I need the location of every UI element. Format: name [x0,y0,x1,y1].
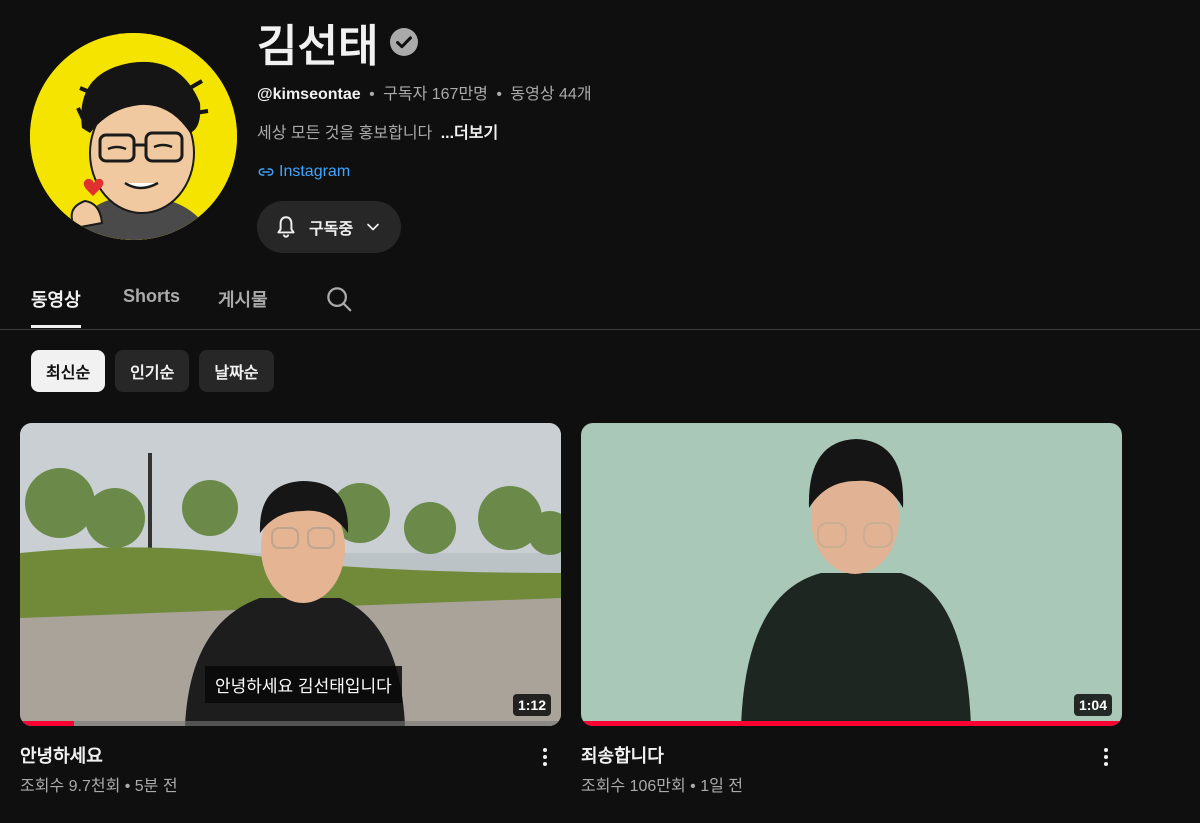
channel-info: 김선태 @kimseontae • 구독자 167만명 • 동영상 44개 세상… [257,14,592,253]
channel-meta: @kimseontae • 구독자 167만명 • 동영상 44개 [257,80,592,103]
watch-progress-fill [581,721,1122,726]
more-link[interactable]: ...더보기 [441,125,499,142]
tab-posts[interactable]: 게시물 [218,286,268,328]
description-text: 세상 모든 것을 홍보합니다 [257,125,433,142]
chip-popular[interactable]: 인기순 [115,350,190,392]
video-thumbnail[interactable]: 안녕하세요 김선태입니다 1:12 [20,423,561,726]
meta-separator: • [496,86,502,103]
video-duration: 1:12 [512,694,551,716]
search-icon[interactable] [324,284,354,314]
meta-separator: • [369,86,375,103]
channel-avatar[interactable] [30,33,237,240]
video-meta: 조회수 106만회 • 1일 전 [581,778,744,795]
sort-chips: 최신순 인기순 날짜순 [31,350,274,392]
avatar-illustration [30,33,237,240]
more-vert-icon[interactable] [533,745,557,769]
subscribe-label: 구독중 [309,221,354,238]
tab-videos[interactable]: 동영상 [31,286,81,328]
video-card[interactable]: 1:04 죄송합니다 조회수 106만회 • 1일 전 [581,423,1122,795]
video-card[interactable]: 안녕하세요 김선태입니다 1:12 안녕하세요 조회수 9.7천회 • 5분 전 [20,423,561,795]
bell-icon [277,216,295,238]
video-thumbnail[interactable]: 1:04 [581,423,1122,726]
video-title[interactable]: 안녕하세요 [20,742,561,766]
watch-progress-bar [20,721,561,726]
watch-progress-bar [581,721,1122,726]
chip-latest[interactable]: 최신순 [31,350,106,392]
link-label: Instagram [279,163,351,180]
link-icon [258,168,274,176]
more-vert-icon[interactable] [1094,745,1118,769]
channel-name: 김선태 [257,22,379,71]
channel-description[interactable]: 세상 모든 것을 홍보합니다 ...더보기 [257,119,592,142]
video-duration: 1:04 [1073,694,1112,716]
subscriber-count: 구독자 167만명 [383,86,488,103]
video-title[interactable]: 죄송합니다 [581,742,1122,766]
instagram-link[interactable]: Instagram [257,161,592,183]
tab-shorts[interactable]: Shorts [123,286,180,328]
thumbnail-image [581,423,1122,726]
video-meta: 조회수 9.7천회 • 5분 전 [20,778,178,795]
chevron-down-icon [367,223,380,231]
verified-check-icon [390,28,419,56]
channel-tabs: 동영상 Shorts 게시물 [0,272,1200,330]
video-count: 동영상 44개 [510,86,592,103]
channel-handle: @kimseontae [257,86,361,103]
subscribed-button[interactable]: 구독중 [257,201,402,253]
video-caption-overlay: 안녕하세요 김선태입니다 [205,666,402,703]
watch-progress-fill [20,721,75,726]
chip-oldest[interactable]: 날짜순 [199,350,274,392]
